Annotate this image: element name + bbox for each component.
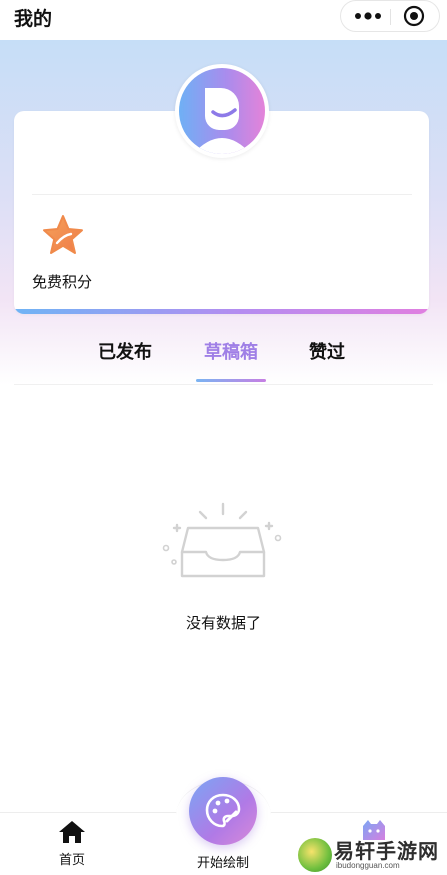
empty-box-icon bbox=[162, 502, 282, 578]
card-divider bbox=[32, 194, 412, 195]
empty-state-text: 没有数据了 bbox=[185, 614, 261, 632]
home-label: 首页 bbox=[58, 853, 85, 868]
watermark-logo-icon bbox=[298, 838, 332, 872]
watermark: 易轩手游网 ibudongguan.com bbox=[298, 835, 447, 875]
watermark-text: 易轩手游网 bbox=[334, 839, 439, 863]
start-drawing-button[interactable] bbox=[189, 777, 257, 845]
palette-icon bbox=[205, 793, 241, 828]
card-gradient-bar bbox=[14, 309, 429, 314]
free-points-label[interactable]: 免费积分 bbox=[32, 271, 92, 292]
avatar[interactable] bbox=[175, 64, 269, 158]
tab-published[interactable]: 已发布 bbox=[98, 338, 152, 364]
tab-liked[interactable]: 赞过 bbox=[309, 338, 345, 364]
page-title: 我的 bbox=[14, 8, 53, 30]
mini-program-capsule bbox=[340, 0, 440, 32]
smiley-avatar-icon bbox=[179, 68, 265, 154]
content-tabs: 已发布 草稿箱 赞过 bbox=[0, 333, 447, 385]
watermark-subtext: ibudongguan.com bbox=[336, 861, 400, 870]
tabs-divider bbox=[14, 384, 433, 385]
tabbar-home[interactable]: 首页 bbox=[44, 818, 100, 868]
star-icon[interactable] bbox=[40, 213, 86, 259]
navigation-bar: 我的 bbox=[0, 0, 447, 40]
active-tab-indicator bbox=[196, 379, 266, 382]
capsule-divider bbox=[390, 9, 391, 25]
more-dots-icon[interactable] bbox=[351, 8, 385, 24]
home-icon bbox=[59, 821, 85, 843]
start-drawing-label[interactable]: 开始绘制 bbox=[170, 852, 276, 871]
target-icon[interactable] bbox=[403, 5, 425, 27]
tab-drafts[interactable]: 草稿箱 bbox=[204, 338, 258, 364]
